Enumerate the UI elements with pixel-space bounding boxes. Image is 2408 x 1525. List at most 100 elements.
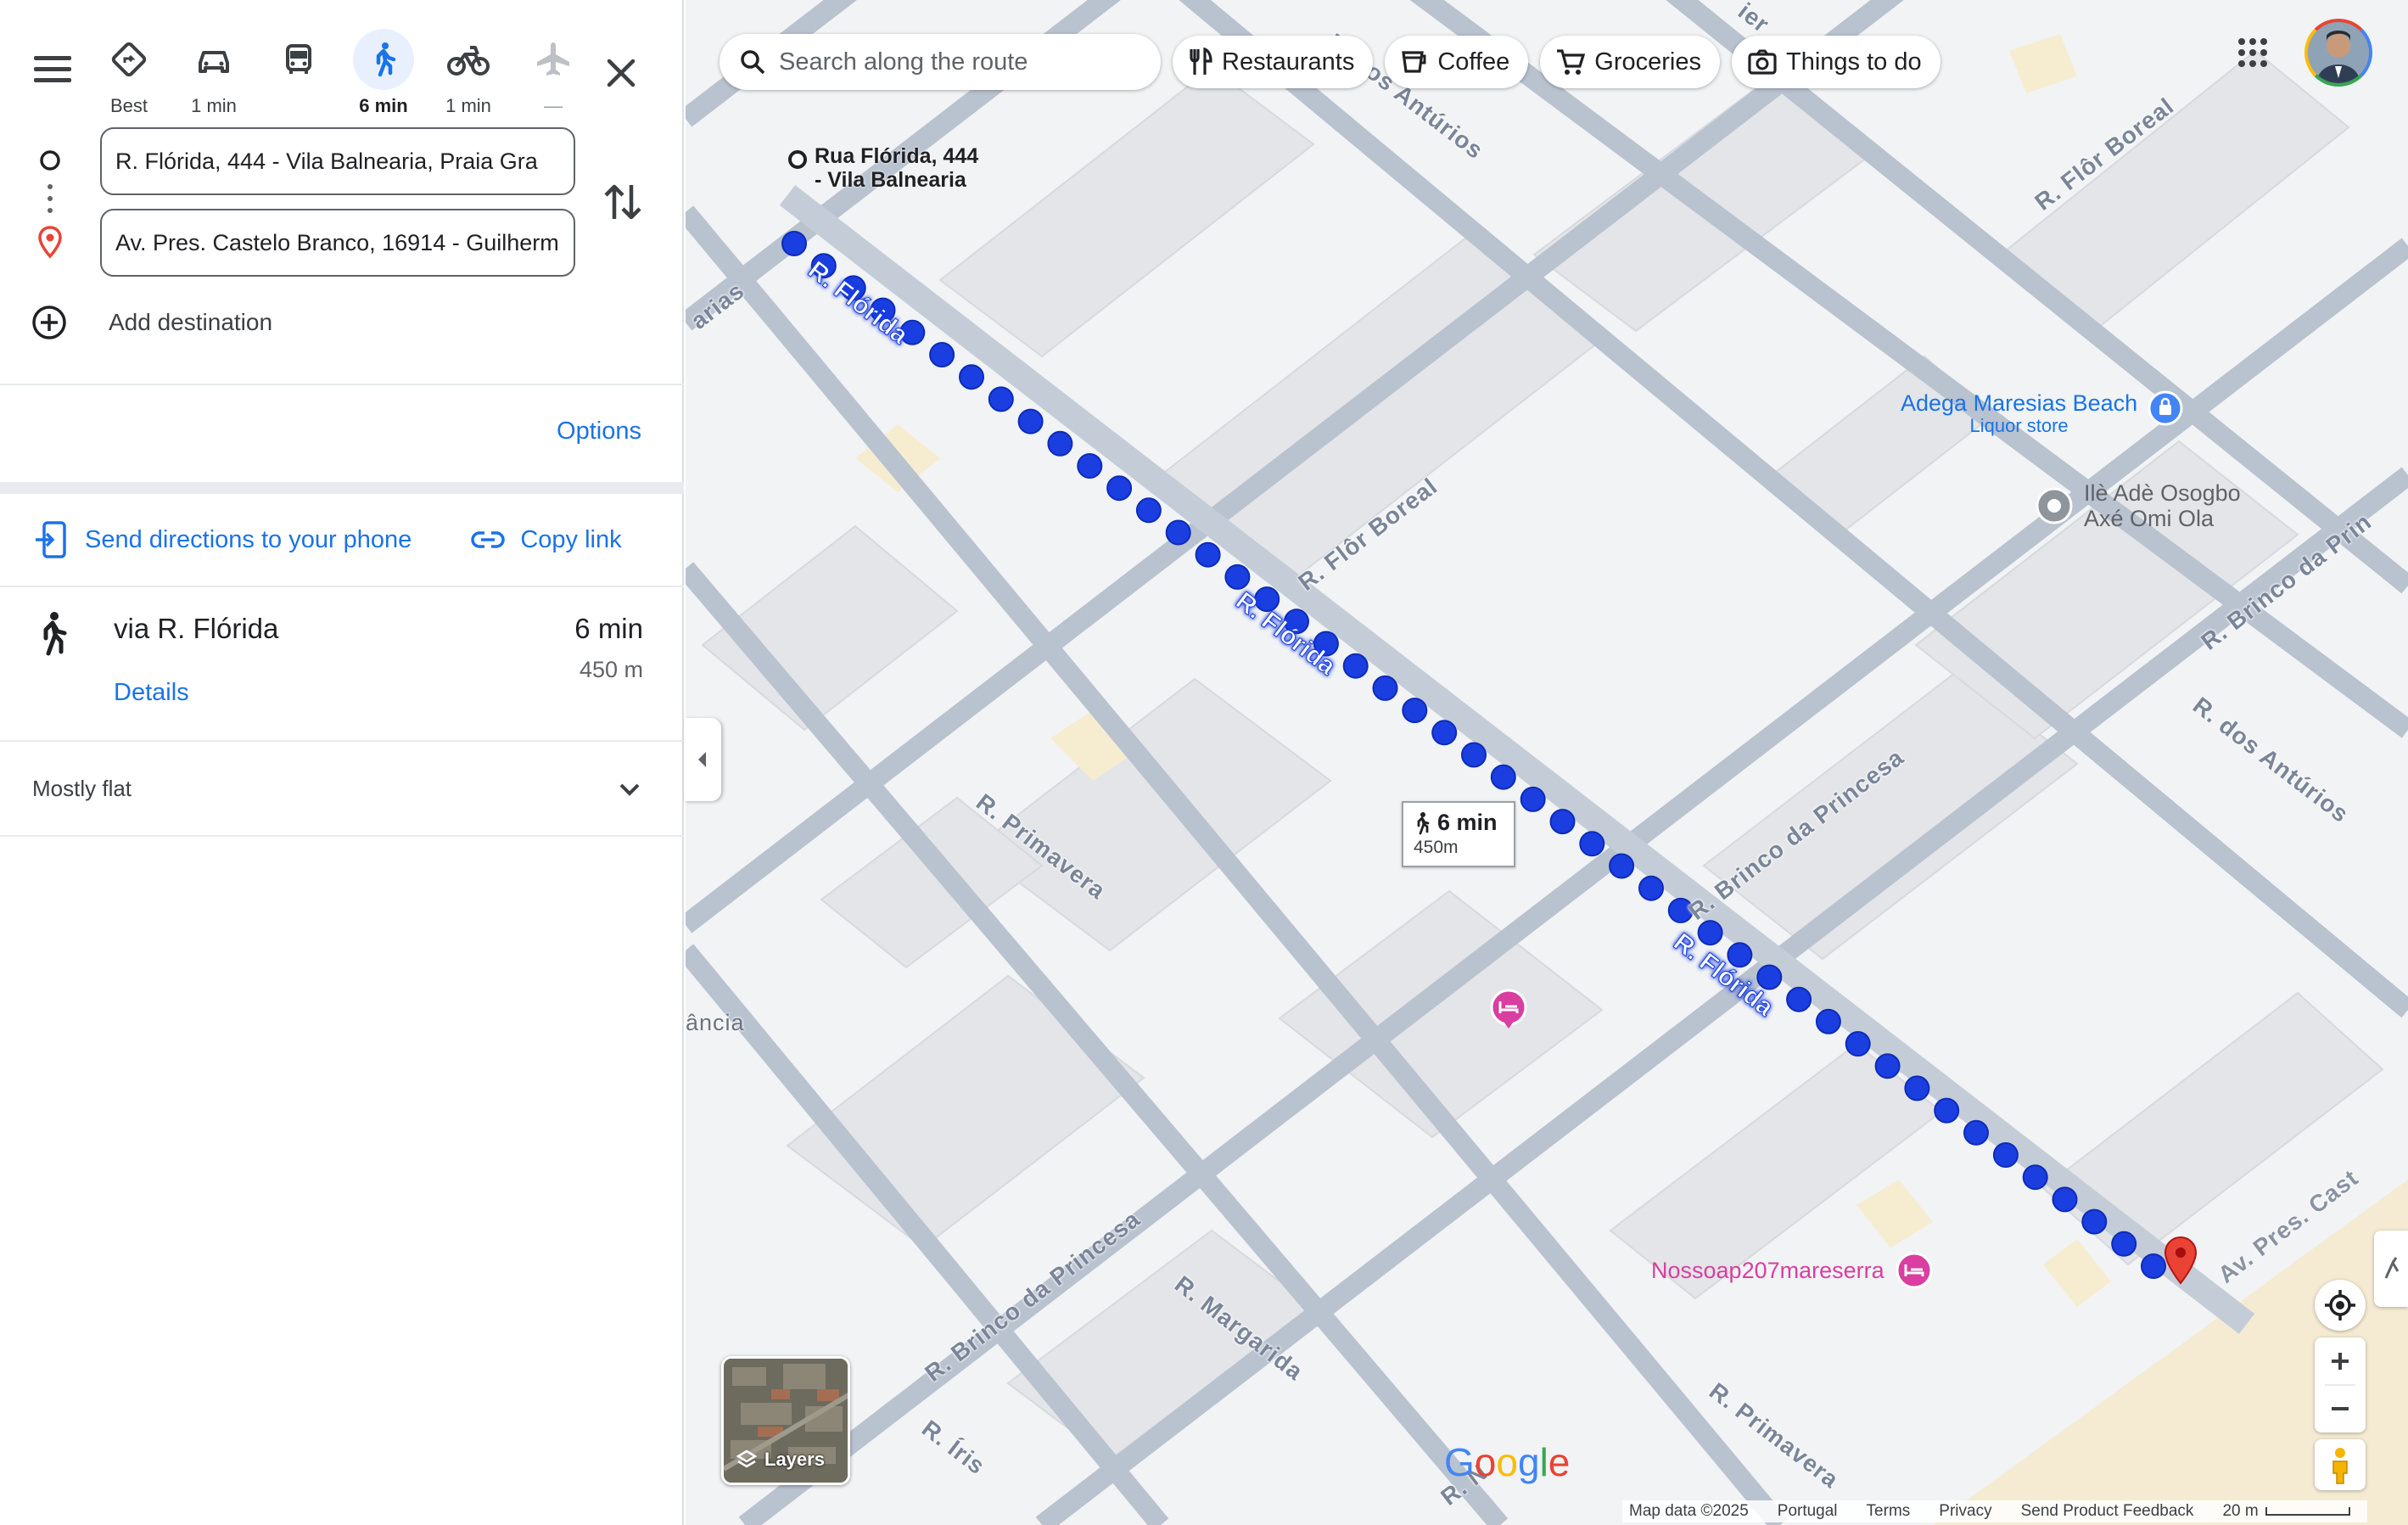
swap-route-button[interactable] [601,177,645,227]
route-dot [1342,653,1369,679]
walking-route-path [781,231,2166,1279]
route-dot [1372,675,1398,701]
divider [0,835,684,837]
route-dot [1017,408,1044,435]
mode-driving[interactable]: 1 min [178,29,249,116]
chip-groceries[interactable]: Groceries [1540,36,1720,88]
privacy-link[interactable]: Privacy [1939,1502,1991,1521]
fork-knife-icon [1190,48,1212,75]
route-inputs: R. Flórida, 444 - Vila Balnearia, Praia … [0,127,684,382]
route-via-label: via R. Flórida [114,613,279,644]
poi-adega-maresias[interactable]: Adega Maresias Beach Liquor store [1901,390,2183,436]
route-time-callout-duration: 6 min [1414,810,1504,836]
route-dot [1992,1142,2019,1168]
menu-button[interactable] [31,49,75,93]
destination-pin-icon[interactable] [2162,1236,2199,1287]
chip-things-to-do[interactable]: Things to do [1731,36,1940,88]
swap-arrows-icon [604,184,641,220]
route-dot [1195,541,1221,568]
place-pin-icon [2036,487,2073,524]
mode-transit[interactable] [263,29,334,114]
mode-cycling[interactable]: 1 min [433,29,504,116]
add-destination-label: Add destination [109,309,273,335]
close-directions-button[interactable] [599,51,643,95]
route-option-card[interactable]: via R. Flórida 6 min 450 m Details [0,587,684,740]
apps-grid-icon[interactable] [2236,36,2270,70]
origin-marker[interactable]: Rua Flórida, 444 - Vila Balnearia [786,144,978,192]
street-label-fragment: ância [686,1010,745,1035]
terms-link[interactable]: Terms [1867,1502,1911,1521]
destination-pin-icon [38,226,62,259]
route-dot [1609,853,1635,879]
copy-link-button[interactable]: Copy link [469,526,622,554]
add-destination-button[interactable]: Add destination [31,304,272,341]
map-top-bar: Search along the route Restaurants Coffe… [720,34,1940,90]
mode-flights[interactable]: — [518,29,589,116]
poi-name: Adega Maresias Beach [1901,390,2138,416]
route-dot [1077,453,1103,479]
collapse-panel-button[interactable] [684,718,721,801]
account-avatar[interactable] [2304,19,2372,87]
chip-coffee[interactable]: Coffee [1385,36,1529,88]
route-dot [929,342,955,367]
diamond-route-icon [98,29,160,90]
scale-label[interactable]: 20 m [2222,1502,2258,1521]
poi-ile-ade-osogbo[interactable]: Ilè Adè Osogbo Axé Omi Ola [2035,480,2241,531]
my-location-icon [2325,1290,2355,1320]
route-details-link[interactable]: Details [114,679,189,707]
route-dot [988,386,1014,412]
route-time-callout[interactable]: 6 min 450m [1402,801,1515,867]
avatar-image [2308,22,2369,83]
route-duration: 6 min [574,613,643,644]
send-directions-button[interactable]: Send directions to your phone [34,519,412,560]
mode-walking[interactable]: 6 min [348,29,419,116]
route-dot [1461,742,1487,768]
route-dot [959,364,984,390]
search-placeholder: Search along the route [779,48,1028,76]
walking-icon [353,29,414,90]
mode-flights-label: — [544,95,563,116]
route-connector-icon [40,150,60,213]
chip-restaurants[interactable]: Restaurants [1173,36,1374,88]
street-view-toggle[interactable] [2374,1231,2408,1307]
hotel-pin-icon[interactable] [1489,988,1528,1035]
layers-button[interactable]: Layers [721,1356,850,1485]
link-icon [471,531,505,548]
bus-icon [268,29,329,90]
my-location-button[interactable] [2315,1280,2366,1331]
travel-mode-bar: Best 1 min 6 min 1 min — [0,20,684,116]
map-canvas[interactable]: R. Flórida R. Flórida R. Flórida R. Flôr… [686,0,2408,1525]
origin-input[interactable]: R. Flórida, 444 - Vila Balnearia, Praia … [100,127,575,195]
zoom-out-icon[interactable] [2315,1385,2366,1432]
elevation-row[interactable]: Mostly flat [0,742,684,835]
bicycle-icon [438,29,499,90]
map-footer: Map data ©2025 Portugal Terms Privacy Se… [1622,1500,2367,1522]
layers-label: Layers [736,1449,825,1471]
layers-icon [736,1449,758,1468]
zoom-in-icon[interactable] [2315,1337,2366,1385]
poi-name-line2: Axé Omi Ola [2084,506,2215,531]
poi-nossoap[interactable]: Nossoap207mareserra [1651,1251,1934,1290]
route-dot [1402,698,1428,724]
poi-name: Nossoap207mareserra [1651,1258,1884,1283]
country-link[interactable]: Portugal [1778,1502,1838,1521]
route-dot [1845,1031,1871,1057]
route-dot [1165,519,1191,546]
mode-driving-label: 1 min [191,95,237,116]
search-along-route-input[interactable]: Search along the route [720,34,1161,90]
mode-best[interactable]: Best [93,29,165,116]
pegman-button[interactable] [2315,1439,2366,1490]
send-feedback-link[interactable]: Send Product Feedback [2021,1502,2194,1521]
route-dot [1934,1097,1960,1124]
route-dot [1106,475,1133,502]
chevron-down-icon [619,783,640,796]
scale-bar [2265,1507,2350,1516]
origin-circle-icon [788,150,807,169]
options-button[interactable]: Options [557,418,641,446]
route-preview-icon [2384,1257,2400,1279]
route-dot [1815,1008,1841,1034]
destination-input[interactable]: Av. Pres. Castelo Branco, 16914 - Guilhe… [100,209,575,277]
pegman-icon [2332,1448,2348,1484]
airplane-icon [523,29,584,90]
route-dot [781,231,807,256]
